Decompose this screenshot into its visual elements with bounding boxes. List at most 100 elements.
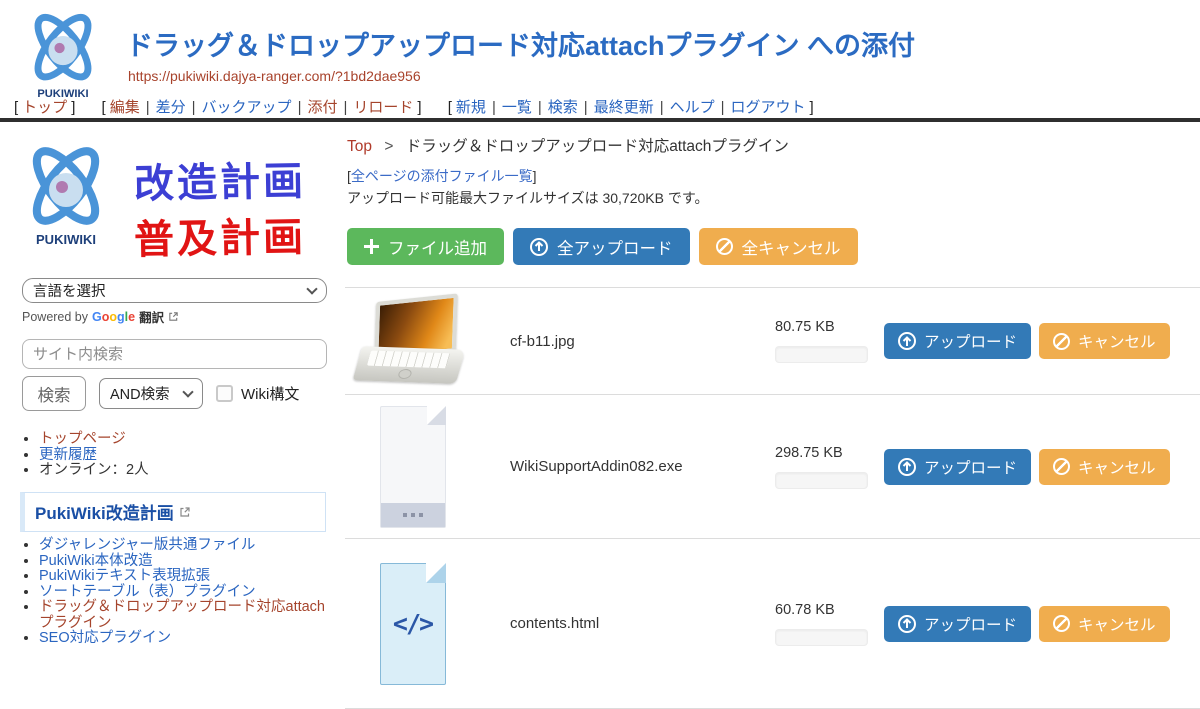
nav-item-backup[interactable]: バックアップ: [202, 99, 292, 116]
nav-item-list[interactable]: 一覧: [502, 99, 532, 116]
banner-line-kaizo: 改造計画: [134, 149, 307, 210]
banner-line-fukyu: 普及計画: [134, 205, 307, 266]
file-actions: アップロード キャンセル: [884, 449, 1170, 485]
file-name: contents.html: [480, 615, 765, 632]
site-search-input[interactable]: [22, 339, 327, 369]
upload-all-button[interactable]: 全アップロード: [513, 228, 690, 265]
nav-item-attach[interactable]: 添付: [307, 99, 337, 116]
nav-group-page: [編集|差分|バックアップ|添付|リロード]: [98, 99, 426, 116]
file-thumbnail-cell: [345, 406, 480, 528]
upload-file-list: cf-b11.jpg 80.75 KB アップロード キャンセル: [345, 287, 1200, 709]
page-url[interactable]: https://pukiwiki.dajya-ranger.com/?1bd2d…: [128, 68, 421, 84]
laptop-base: [352, 346, 465, 384]
sidebar-banner[interactable]: PUKIWIKI 改造計画 普及計画: [12, 136, 342, 266]
file-thumbnail-cell: </>: [345, 563, 480, 685]
language-select[interactable]: 言語を選択: [22, 278, 327, 303]
header-divider: [0, 118, 1200, 122]
file-row: </> contents.html 60.78 KB アップロード キャンセル: [345, 539, 1200, 709]
nav-item-recent[interactable]: 最終更新: [594, 99, 654, 116]
upload-button[interactable]: アップロード: [884, 449, 1031, 485]
list-item: トップページ: [39, 432, 330, 448]
cancel-button[interactable]: キャンセル: [1039, 449, 1170, 485]
sidebar-main-links: ダジャレンジャー版共通ファイル PukiWiki本体改造 PukiWikiテキス…: [22, 538, 330, 647]
file-name: WikiSupportAddin082.exe: [480, 458, 765, 475]
breadcrumb-home-link[interactable]: Top: [347, 138, 372, 155]
cancel-button[interactable]: キャンセル: [1039, 606, 1170, 642]
cancel-button[interactable]: キャンセル: [1039, 323, 1170, 359]
upload-circle-icon: [530, 238, 548, 256]
sidebar-link-history[interactable]: 更新履歴: [39, 447, 97, 463]
nav-item-edit[interactable]: 編集: [110, 99, 140, 116]
nav-item-new[interactable]: 新規: [456, 99, 486, 116]
file-size: 80.75 KB: [775, 319, 884, 335]
search-mode-select[interactable]: AND検索: [99, 378, 203, 409]
search-button[interactable]: 検索: [22, 376, 86, 411]
top-navigation: [トップ] [編集|差分|バックアップ|添付|リロード] [新規|一覧|検索|最…: [10, 96, 832, 117]
max-upload-size-text: アップロード可能最大ファイルサイズは 30,720KB です。: [347, 188, 708, 208]
upload-progress-bar: [775, 472, 868, 489]
sidebar-section-heading[interactable]: PukiWiki改造計画: [20, 492, 326, 532]
cancel-all-button[interactable]: 全キャンセル: [699, 228, 858, 265]
list-item: オンライン：2人: [39, 463, 330, 479]
file-row: WikiSupportAddin082.exe 298.75 KB アップロード…: [345, 395, 1200, 539]
file-name: cf-b11.jpg: [480, 333, 765, 350]
ban-icon: [1053, 333, 1070, 350]
nav-item-search[interactable]: 検索: [548, 99, 578, 116]
code-glyph: </>: [393, 609, 432, 638]
atom-icon: PUKIWIKI: [16, 6, 110, 102]
file-size: 60.78 KB: [775, 602, 884, 618]
file-size-cell: 298.75 KB: [765, 445, 884, 489]
add-file-button[interactable]: ファイル追加: [347, 228, 504, 265]
nav-item-top[interactable]: トップ: [22, 99, 67, 116]
google-logo: Google: [92, 310, 135, 324]
sidebar-link-common-files[interactable]: ダジャレンジャー版共通ファイル: [39, 537, 255, 553]
nav-item-help[interactable]: ヘルプ: [670, 99, 715, 116]
sidebar-link-seo[interactable]: SEO対応プラグイン: [39, 630, 171, 646]
list-item: ドラッグ＆ドロップアップロード対応attachプラグイン: [39, 600, 330, 631]
nav-item-diff[interactable]: 差分: [156, 99, 186, 116]
file-size-cell: 60.78 KB: [765, 602, 884, 646]
google-translate-credit: Powered by Google 翻訳: [22, 307, 179, 326]
laptop-photo-thumbnail: [357, 298, 469, 384]
translate-link[interactable]: 翻訳: [139, 307, 164, 326]
file-actions: アップロード キャンセル: [884, 323, 1170, 359]
all-attachments-link[interactable]: 全ページの添付ファイル一覧: [351, 168, 533, 184]
file-icon-band: [381, 503, 445, 527]
sidebar-link-text-ext[interactable]: PukiWikiテキスト表現拡張: [39, 568, 210, 584]
ban-icon: [1053, 615, 1070, 632]
ban-icon: [716, 238, 733, 255]
list-item: ダジャレンジャー版共通ファイル: [39, 538, 330, 554]
code-file-icon: </>: [380, 563, 446, 685]
nav-group-site: [新規|一覧|検索|最終更新|ヘルプ|ログアウト]: [444, 99, 818, 116]
file-row: cf-b11.jpg 80.75 KB アップロード キャンセル: [345, 288, 1200, 395]
sidebar-link-core-mod[interactable]: PukiWiki本体改造: [39, 553, 153, 569]
upload-button[interactable]: アップロード: [884, 323, 1031, 359]
attachment-list-line: [全ページの添付ファイル一覧]: [347, 166, 537, 186]
external-link-icon: [168, 311, 179, 322]
list-item: 更新履歴: [39, 448, 330, 464]
nav-group-home: [トップ]: [10, 99, 79, 116]
sidebar-link-sorttable[interactable]: ソートテーブル（表）プラグイン: [39, 584, 256, 600]
atom-icon: PUKIWIKI: [12, 138, 120, 250]
file-thumbnail-cell: [345, 298, 480, 384]
laptop-trackpad: [397, 369, 413, 379]
sidebar-link-dnd-attach[interactable]: ドラッグ＆ドロップアップロード対応attachプラグイン: [39, 599, 325, 631]
search-mode-value: AND検索: [110, 383, 170, 404]
page-title: ドラッグ＆ドロップアップロード対応attachプラグイン への添付: [126, 24, 915, 63]
chevron-down-icon: [182, 386, 193, 397]
wiki-syntax-checkbox[interactable]: [216, 385, 233, 402]
pukiwiki-logo[interactable]: PUKIWIKI: [16, 6, 110, 102]
search-controls: 検索 AND検索 Wiki構文: [22, 376, 299, 411]
sidebar-top-links: トップページ 更新履歴 オンライン：2人: [22, 432, 330, 479]
upload-circle-icon: [898, 458, 916, 476]
list-item: PukiWikiテキスト表現拡張: [39, 569, 330, 585]
sidebar-link-toppage[interactable]: トップページ: [39, 431, 126, 447]
upload-button[interactable]: アップロード: [884, 606, 1031, 642]
file-size: 298.75 KB: [775, 445, 884, 461]
generic-file-icon: [380, 406, 446, 528]
nav-item-logout[interactable]: ログアウト: [731, 99, 806, 116]
nav-item-reload[interactable]: リロード: [353, 99, 413, 116]
wiki-syntax-label: Wiki構文: [241, 383, 299, 404]
plus-icon: [364, 239, 379, 254]
upload-progress-bar: [775, 346, 868, 363]
